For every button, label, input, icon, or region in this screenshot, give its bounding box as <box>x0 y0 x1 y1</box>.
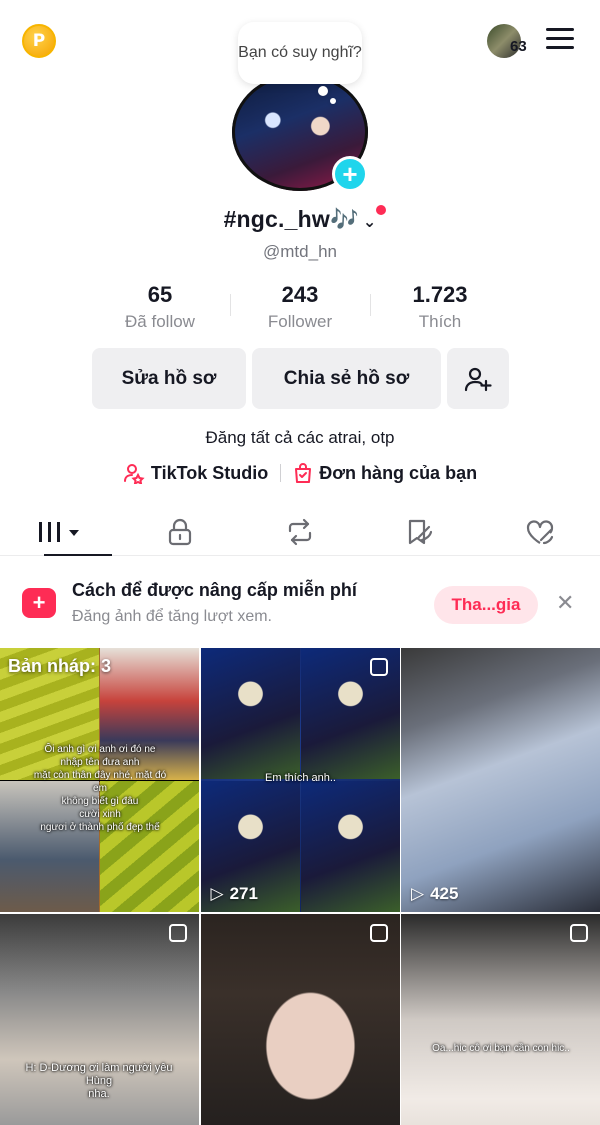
menu-icon[interactable] <box>546 28 574 50</box>
lock-icon <box>168 518 192 545</box>
draft-label: Bản nháp: 3 <box>8 656 112 676</box>
play-icon: ▷ <box>411 884 425 903</box>
grid-icon <box>39 521 79 542</box>
tiktok-studio-label: TikTok Studio <box>150 462 269 483</box>
friends-count-badge: 63 <box>510 38 527 55</box>
draft-tile[interactable]: Bản nháp: 3 Ôi anh gì ơi anh ơi đó ne nh… <box>0 648 199 912</box>
video-tile[interactable] <box>200 913 400 1125</box>
play-icon: ▷ <box>210 884 224 903</box>
orders-link[interactable]: Đơn hàng của bạn <box>293 462 477 484</box>
join-button[interactable]: Tha...gia <box>434 586 538 624</box>
stat-value: 243 <box>281 282 319 307</box>
coins-icon[interactable]: P <box>22 24 56 58</box>
video-tile[interactable]: H: D-Dương ơi làm người yêu Hùng nha. <box>0 913 199 1125</box>
video-caption: Oa...hic cô ơi bạn cần con hic.. <box>432 1042 570 1054</box>
repost-icon <box>288 518 312 545</box>
promo-subtitle: Đăng ảnh để tăng lượt xem. <box>72 608 272 625</box>
add-story-button[interactable]: + <box>332 156 368 192</box>
video-tile[interactable]: Oa...hic cô ơi bạn cần con hic.. <box>401 913 600 1125</box>
tab-reposts[interactable] <box>240 508 360 555</box>
thought-bubble-text: Bạn có suy nghĩ? <box>238 44 362 61</box>
stat-value: 65 <box>147 282 173 307</box>
tab-videos[interactable] <box>0 508 120 556</box>
user-handle: @mtd_hn <box>263 242 337 261</box>
stat-following[interactable]: 65 Đã follow <box>90 282 230 332</box>
video-tile[interactable]: Em thích anh.. ▷ 271 <box>200 648 400 912</box>
profile-bio: Đăng tất cả các atrai, otp <box>205 428 395 447</box>
orders-label: Đơn hàng của bạn <box>319 462 478 483</box>
profile-links: TikTok Studio Đơn hàng của bạn <box>0 462 600 484</box>
photo-mode-icon <box>570 923 588 942</box>
stat-label: Thích <box>418 312 462 331</box>
content-tabs <box>0 508 600 556</box>
profile-actions: Sửa hồ sơ Chia sẻ hồ sơ <box>92 348 509 409</box>
tab-saved[interactable] <box>360 508 480 555</box>
stats-row: 65 Đã follow 243 Follower 1.723 Thích <box>90 282 510 332</box>
shopping-bag-icon <box>295 463 312 483</box>
view-count: ▷ 425 <box>411 884 458 904</box>
share-profile-button[interactable]: Chia sẻ hồ sơ <box>252 348 441 409</box>
photo-mode-icon <box>369 923 388 942</box>
tiktok-studio-link[interactable]: TikTok Studio <box>123 462 268 484</box>
add-friend-button[interactable] <box>447 348 509 409</box>
stat-label: Follower <box>267 312 333 331</box>
studio-icon <box>123 464 145 484</box>
bubble-tail <box>318 86 328 96</box>
photo-mode-icon <box>369 658 388 676</box>
chevron-down-icon[interactable]: ⌄ <box>363 214 377 231</box>
video-caption: Em thích anh.. <box>265 772 336 784</box>
add-post-icon: + <box>22 588 56 618</box>
tab-private[interactable] <box>120 508 240 555</box>
stat-value: 1.723 <box>412 282 468 307</box>
video-caption: H: D-Dương ơi làm người yêu Hùng nha. <box>25 1061 173 1100</box>
view-count-text: 425 <box>430 884 459 903</box>
username-text: #ngc._hw🎶 <box>223 206 359 232</box>
add-user-icon <box>464 367 492 391</box>
stat-label: Đã follow <box>125 312 195 331</box>
stat-followers[interactable]: 243 Follower <box>230 282 370 332</box>
view-count: ▷ 271 <box>211 884 258 904</box>
stat-likes[interactable]: 1.723 Thích <box>370 282 510 332</box>
promo-title: Cách để được nâng cấp miễn phí <box>72 580 357 600</box>
notification-dot <box>376 205 386 215</box>
username[interactable]: #ngc._hw🎶 ⌄ <box>0 206 600 233</box>
video-caption: Ôi anh gì ơi anh ơi đó ne nhập tên đưa a… <box>33 744 167 833</box>
thought-bubble[interactable]: Bạn có suy nghĩ? <box>238 22 362 84</box>
bookmark-hidden-icon <box>408 519 433 544</box>
edit-profile-button[interactable]: Sửa hồ sơ <box>92 348 246 409</box>
tab-liked[interactable] <box>480 508 600 555</box>
video-tile[interactable]: ▷ 425 <box>401 648 600 912</box>
upgrade-promo-banner[interactable]: + Cách để được nâng cấp miễn phí Đăng ản… <box>0 560 600 646</box>
close-icon[interactable]: ✕ <box>556 590 574 616</box>
bubble-tail-small <box>330 98 336 104</box>
link-separator <box>280 464 282 482</box>
view-count-text: 271 <box>229 884 258 903</box>
heart-hidden-icon <box>526 519 554 544</box>
photo-mode-icon <box>169 923 187 942</box>
video-grid: Bản nháp: 3 Ôi anh gì ơi anh ơi đó ne nh… <box>0 648 600 1125</box>
coin-letter: P <box>32 31 46 51</box>
